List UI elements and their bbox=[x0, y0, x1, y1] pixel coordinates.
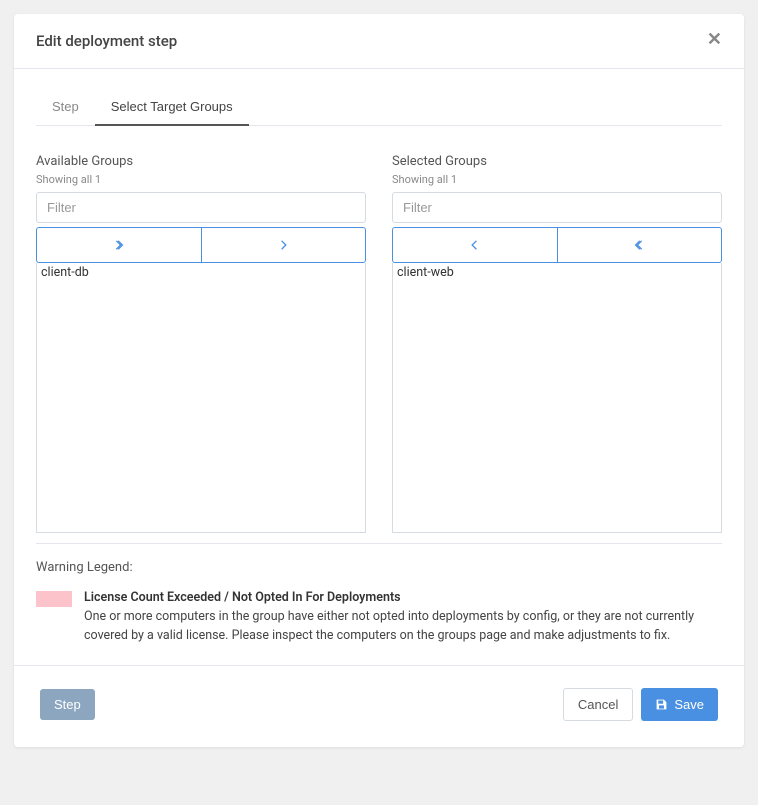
save-button[interactable]: Save bbox=[641, 688, 718, 721]
available-groups-count: Showing all 1 bbox=[36, 173, 366, 186]
warning-item: License Count Exceeded / Not Opted In Fo… bbox=[36, 589, 722, 645]
move-all-right-button[interactable] bbox=[36, 227, 201, 263]
warning-swatch bbox=[36, 591, 72, 607]
chevron-left-icon bbox=[470, 240, 480, 250]
modal-header: Edit deployment step ✕ bbox=[14, 14, 744, 69]
modal-title: Edit deployment step bbox=[36, 32, 722, 50]
warning-legend-label: Warning Legend: bbox=[36, 560, 722, 575]
modal-body: Step Select Target Groups Available Grou… bbox=[14, 69, 744, 665]
edit-deployment-modal: Edit deployment step ✕ Step Select Targe… bbox=[14, 14, 744, 747]
cancel-button[interactable]: Cancel bbox=[563, 688, 633, 721]
save-button-label: Save bbox=[674, 697, 704, 712]
warning-content: License Count Exceeded / Not Opted In Fo… bbox=[84, 589, 722, 645]
available-filter-input[interactable] bbox=[36, 192, 366, 223]
tab-select-target-groups[interactable]: Select Target Groups bbox=[95, 89, 249, 126]
selected-filter-input[interactable] bbox=[392, 192, 722, 223]
list-item[interactable]: client-web bbox=[393, 263, 721, 282]
available-groups-title: Available Groups bbox=[36, 154, 366, 169]
modal-footer: Step Cancel Save bbox=[14, 665, 744, 747]
dual-list: Available Groups Showing all 1 client-db… bbox=[36, 154, 722, 533]
move-right-button[interactable] bbox=[201, 227, 367, 263]
tabs: Step Select Target Groups bbox=[36, 89, 722, 126]
chevron-double-left-icon bbox=[634, 240, 644, 250]
selected-groups-panel: Selected Groups Showing all 1 client-web bbox=[392, 154, 722, 533]
list-item[interactable]: client-db bbox=[37, 263, 365, 282]
chevron-double-right-icon bbox=[114, 240, 124, 250]
chevron-right-icon bbox=[278, 240, 288, 250]
selected-groups-list[interactable]: client-web bbox=[392, 263, 722, 533]
available-groups-list[interactable]: client-db bbox=[36, 263, 366, 533]
footer-step-button[interactable]: Step bbox=[40, 689, 95, 720]
save-icon bbox=[655, 698, 668, 711]
available-groups-panel: Available Groups Showing all 1 client-db bbox=[36, 154, 366, 533]
close-icon: ✕ bbox=[707, 29, 722, 49]
selected-groups-count: Showing all 1 bbox=[392, 173, 722, 186]
move-left-button[interactable] bbox=[392, 227, 557, 263]
warning-section: Warning Legend: License Count Exceeded /… bbox=[36, 543, 722, 661]
warning-heading: License Count Exceeded / Not Opted In Fo… bbox=[84, 590, 401, 605]
selected-move-buttons bbox=[392, 227, 722, 263]
tab-step[interactable]: Step bbox=[36, 89, 95, 126]
close-button[interactable]: ✕ bbox=[703, 26, 726, 52]
footer-right: Cancel Save bbox=[563, 688, 718, 721]
move-all-left-button[interactable] bbox=[557, 227, 723, 263]
selected-groups-title: Selected Groups bbox=[392, 154, 722, 169]
warning-body: One or more computers in the group have … bbox=[84, 609, 694, 643]
available-move-buttons bbox=[36, 227, 366, 263]
